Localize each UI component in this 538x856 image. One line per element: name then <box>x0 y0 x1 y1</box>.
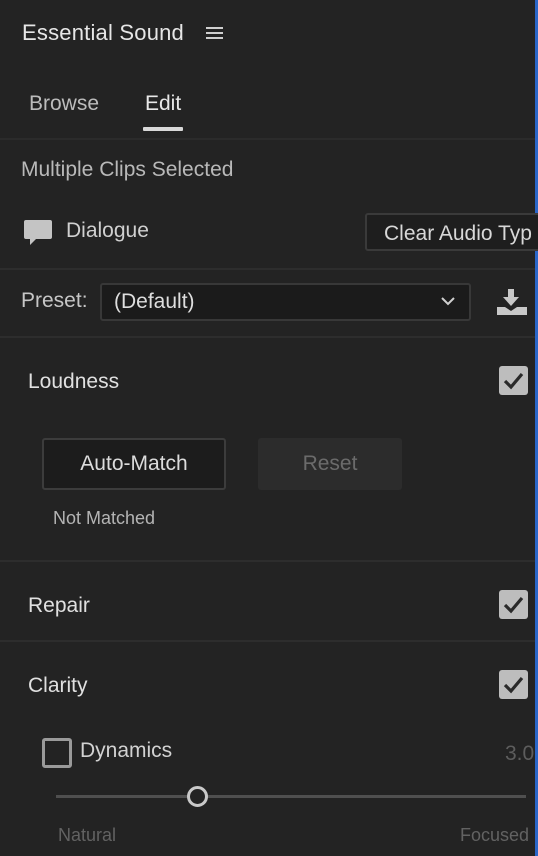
reset-button[interactable]: Reset <box>258 438 402 490</box>
loudness-title: Loudness <box>28 370 120 393</box>
speech-bubble-icon <box>24 220 52 245</box>
dynamics-label: Dynamics <box>80 739 173 762</box>
audio-type-row: Dialogue Clear Audio Typ <box>0 200 538 270</box>
slider-min-label: Natural <box>58 825 117 845</box>
repair-title: Repair <box>28 594 90 617</box>
audio-type-label: Dialogue <box>66 219 149 242</box>
slider-max-label: Focused <box>460 825 530 845</box>
dynamics-value[interactable]: 3.0 <box>505 742 534 766</box>
checkmark-icon <box>503 372 524 390</box>
save-preset-icon[interactable] <box>495 287 529 317</box>
loudness-status: Not Matched <box>53 508 156 528</box>
auto-match-button[interactable]: Auto-Match <box>42 438 226 490</box>
essential-sound-panel: Essential Sound Browse Edit Multiple Cli… <box>0 0 538 856</box>
clear-audio-type-button[interactable]: Clear Audio Typ <box>365 213 538 251</box>
dynamics-slider-track[interactable] <box>56 795 526 798</box>
dynamics-slider-thumb[interactable] <box>186 786 208 807</box>
chevron-down-icon <box>441 297 455 306</box>
selection-status: Multiple Clips Selected <box>21 158 234 181</box>
checkmark-icon <box>503 676 524 694</box>
section-divider <box>0 640 535 642</box>
hamburger-menu-icon[interactable] <box>206 26 224 40</box>
preset-row: Preset: (Default) <box>0 272 535 338</box>
preset-value: (Default) <box>114 290 195 313</box>
tab-bar: Browse Edit <box>0 86 535 140</box>
repair-checkbox[interactable] <box>499 590 528 619</box>
dynamics-checkbox[interactable] <box>42 738 72 768</box>
clarity-title: Clarity <box>28 674 88 697</box>
panel-header: Essential Sound <box>22 18 224 48</box>
preset-dropdown[interactable]: (Default) <box>100 283 471 321</box>
tab-edit[interactable]: Edit <box>145 92 181 116</box>
section-divider <box>0 560 535 562</box>
active-tab-indicator <box>143 127 183 131</box>
clarity-checkbox[interactable] <box>499 670 528 699</box>
loudness-checkbox[interactable] <box>499 366 528 395</box>
preset-label: Preset: <box>21 289 88 312</box>
tab-browse[interactable]: Browse <box>29 92 99 116</box>
checkmark-icon <box>503 596 524 614</box>
panel-title: Essential Sound <box>22 20 184 45</box>
